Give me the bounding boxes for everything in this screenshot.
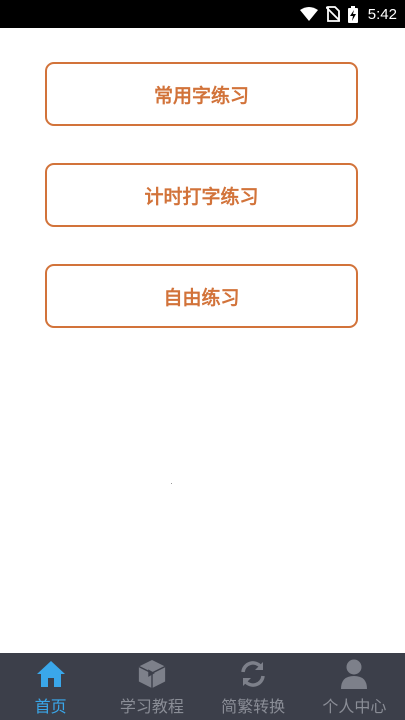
stray-dot <box>171 483 172 484</box>
tutorial-box-icon <box>137 659 167 689</box>
menu-button-label: 常用字练习 <box>153 84 249 107</box>
tab-home[interactable]: 首页 <box>0 653 101 720</box>
tab-tutorial[interactable]: 学习教程 <box>101 653 202 720</box>
tab-profile[interactable]: 个人中心 <box>304 653 405 720</box>
status-time: 5:42 <box>367 5 397 23</box>
bottom-tab-bar: 首页 学习教程 简繁转换 个人中心 <box>0 653 405 720</box>
tab-convert[interactable]: 简繁转换 <box>203 653 304 720</box>
menu-button-label: 计时打字练习 <box>144 185 259 208</box>
menu-button-label: 自由练习 <box>163 286 240 309</box>
free-practice-button[interactable]: 自由练习 <box>45 264 358 328</box>
battery-charging-icon <box>347 5 358 23</box>
tab-label: 个人中心 <box>322 697 387 716</box>
timed-typing-practice-button[interactable]: 计时打字练习 <box>45 163 358 227</box>
wifi-icon <box>299 7 318 21</box>
common-characters-practice-button[interactable]: 常用字练习 <box>45 62 358 126</box>
refresh-icon <box>238 659 268 689</box>
tab-label: 简繁转换 <box>221 697 286 716</box>
status-bar: 5:42 <box>0 0 405 28</box>
no-sim-icon <box>325 6 340 22</box>
tab-label: 首页 <box>34 697 67 716</box>
home-icon <box>36 659 66 689</box>
status-icons: 5:42 <box>299 0 397 28</box>
tab-label: 学习教程 <box>119 697 184 716</box>
user-icon <box>339 659 369 689</box>
